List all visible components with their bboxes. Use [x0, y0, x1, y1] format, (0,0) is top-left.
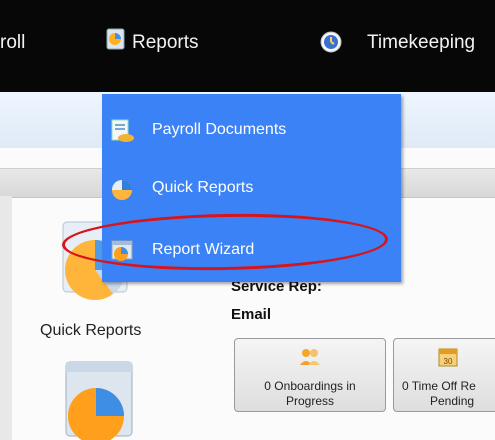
- report-wizard-large-icon[interactable]: [58, 356, 140, 440]
- quick-reports-icon: [112, 180, 132, 200]
- time-off-card-text: 0 Time Off Re Pending: [398, 379, 480, 409]
- menu-item-label: Payroll Documents: [152, 121, 287, 138]
- onboardings-card[interactable]: 0 Onboardings in Progress: [234, 338, 386, 412]
- menu-item-payroll-documents[interactable]: Payroll Documents: [102, 110, 401, 150]
- time-off-card[interactable]: 30 0 Time Off Re Pending: [393, 338, 495, 412]
- nav-timekeeping[interactable]: Timekeeping: [367, 32, 475, 54]
- payroll-documents-icon: [111, 119, 134, 142]
- timekeeping-icon: [320, 31, 342, 53]
- nav-payroll[interactable]: roll: [0, 32, 25, 54]
- onboardings-line1: 0 Onboardings in: [264, 379, 356, 393]
- time-off-line1: 0 Time Off Re: [402, 379, 476, 393]
- top-navigation-bar: roll Reports Timekeeping: [0, 0, 495, 92]
- menu-item-quick-reports[interactable]: Quick Reports: [102, 168, 401, 208]
- reports-icon: [106, 28, 125, 50]
- quick-reports-label[interactable]: Quick Reports: [40, 322, 141, 340]
- menu-item-label: Quick Reports: [152, 179, 254, 196]
- people-icon: [300, 349, 320, 365]
- onboardings-line2: Progress: [285, 394, 335, 408]
- email-label: Email: [231, 306, 272, 323]
- svg-text:30: 30: [444, 357, 453, 366]
- left-rail: [0, 196, 12, 440]
- calendar-icon: 30: [438, 348, 458, 367]
- onboardings-card-text: 0 Onboardings in Progress: [235, 379, 385, 409]
- time-off-line2: Pending: [430, 394, 475, 408]
- nav-reports[interactable]: Reports: [132, 32, 199, 54]
